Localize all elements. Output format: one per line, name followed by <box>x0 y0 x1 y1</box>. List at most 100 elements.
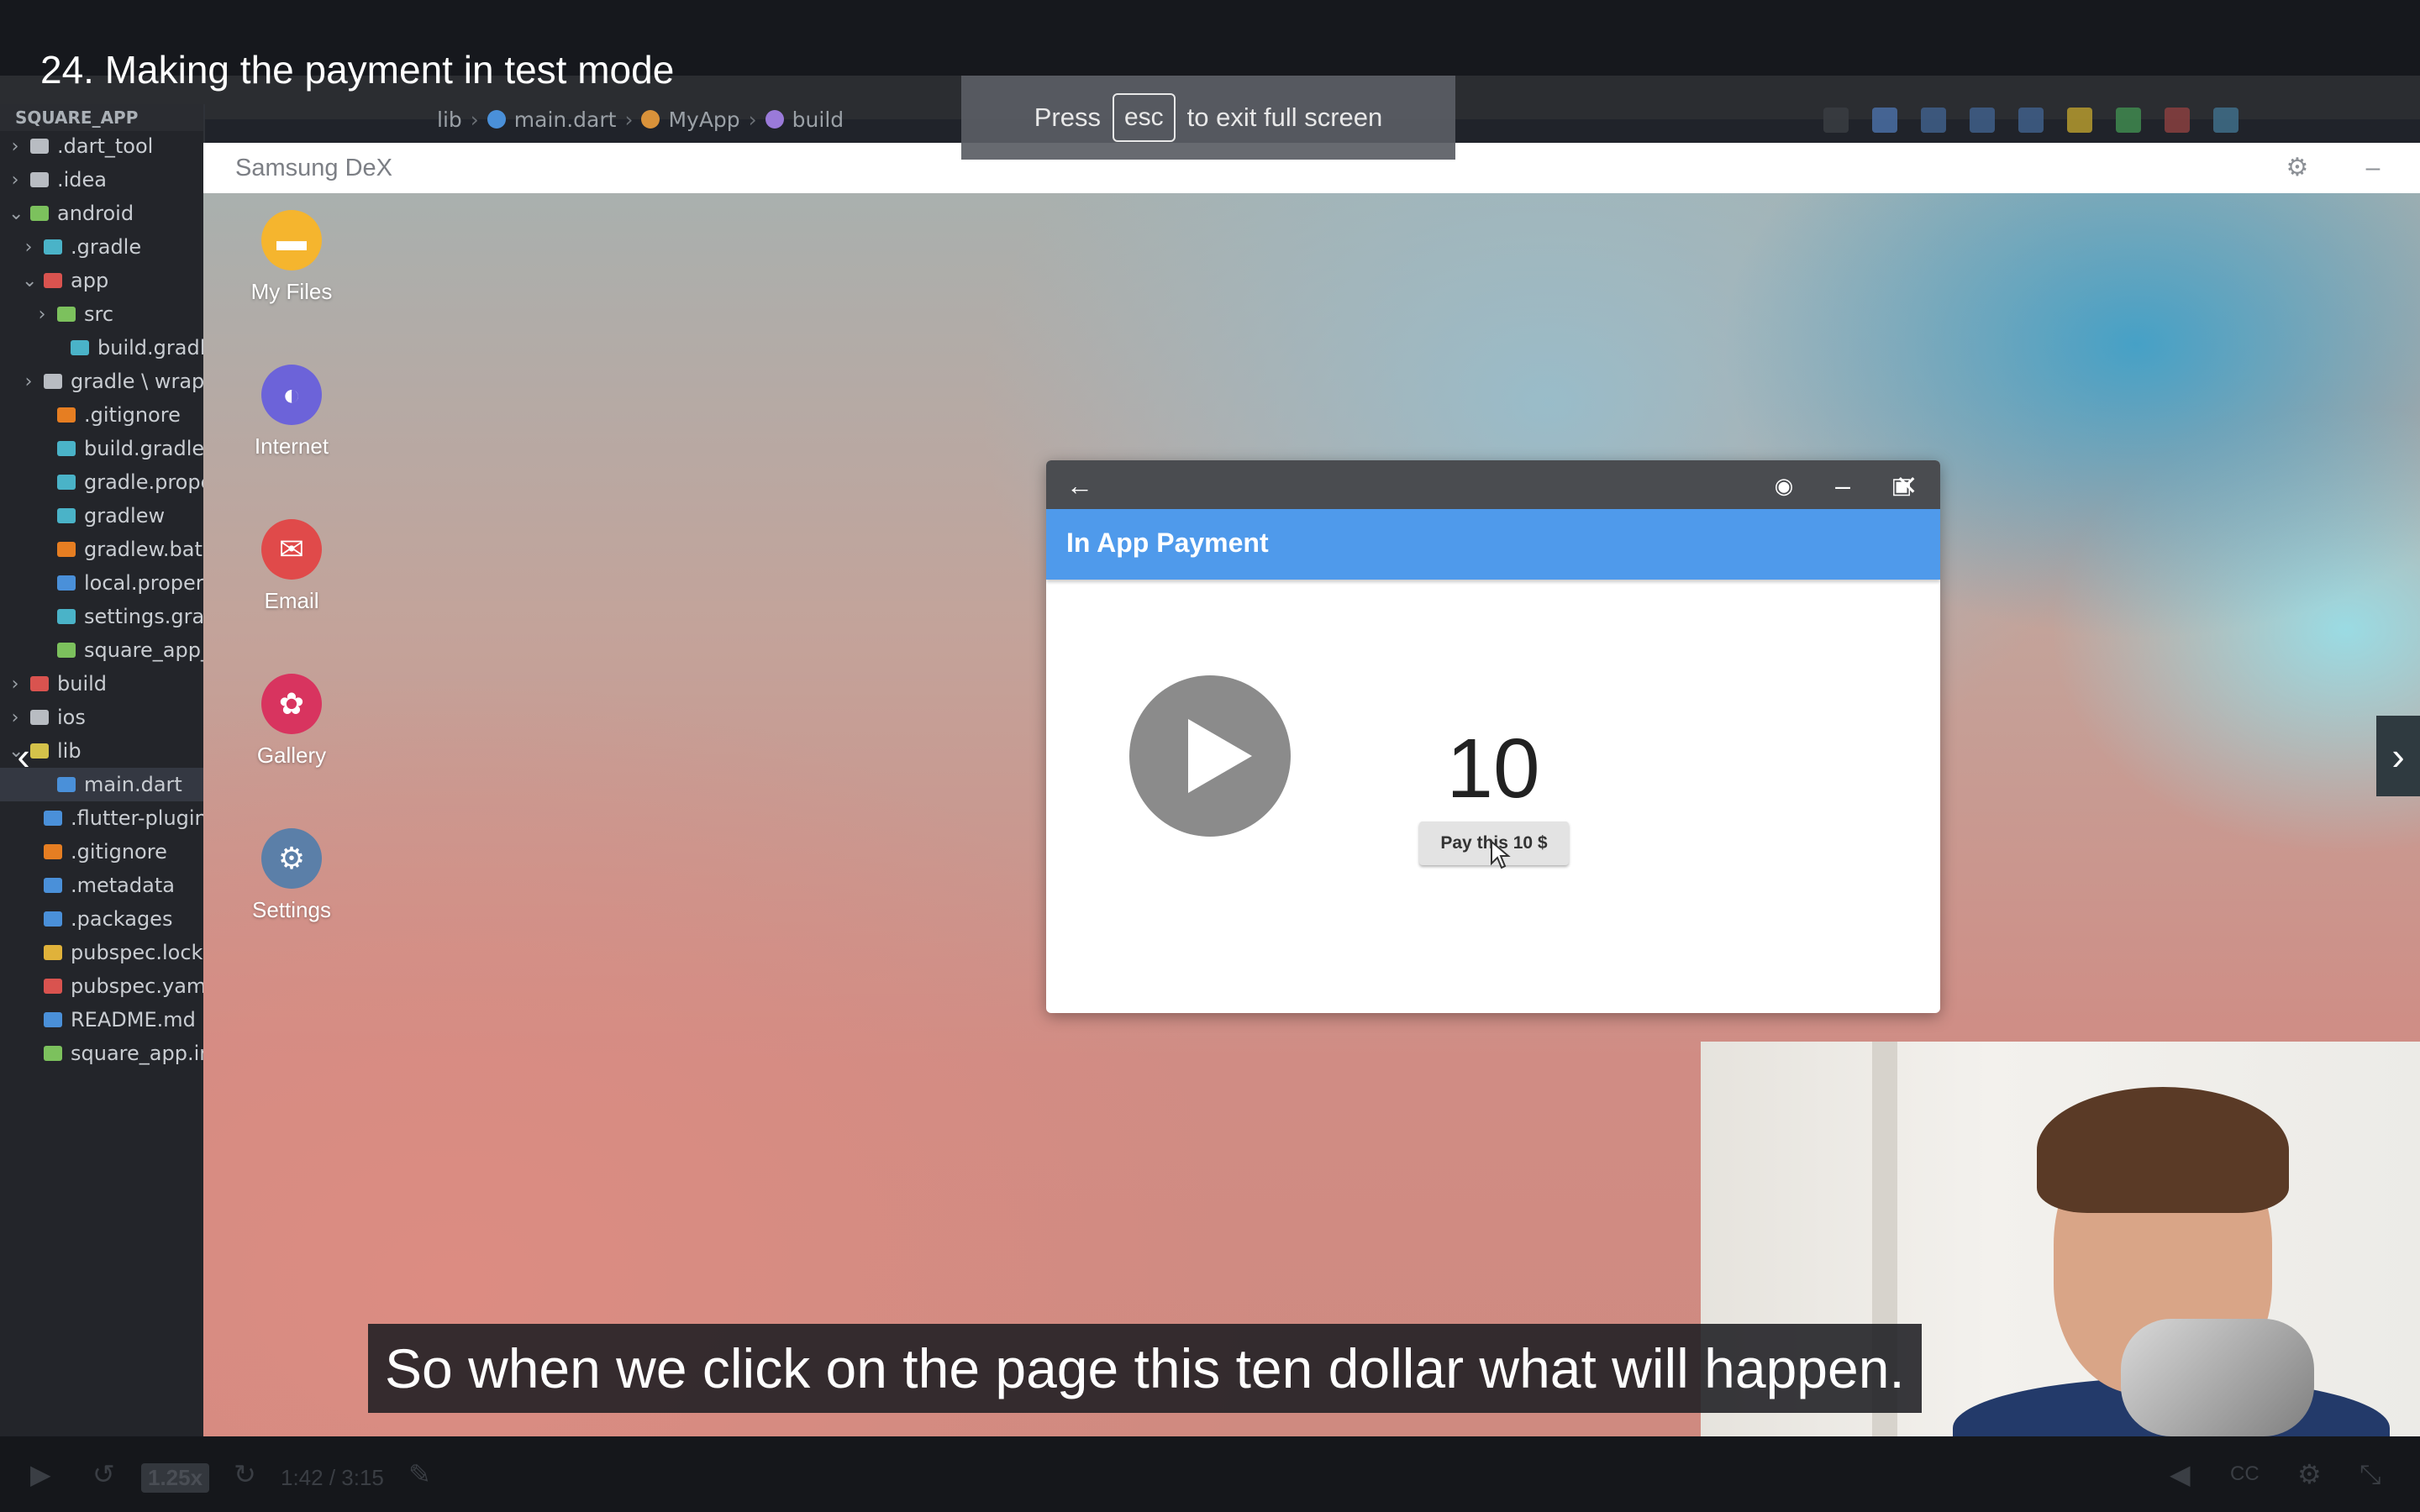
previous-lecture-button[interactable]: ‹ <box>5 716 42 796</box>
notes-icon[interactable]: ✎ <box>408 1460 431 1488</box>
file-tree-item[interactable]: square_app_a <box>0 633 224 667</box>
play-icon <box>1188 719 1252 793</box>
file-tree-item[interactable]: ⌄ android <box>0 197 134 230</box>
file-tree-item[interactable]: › gradle \ wrapp <box>0 365 218 398</box>
chevron-right-icon[interactable]: › <box>8 170 22 191</box>
file-tree-label: main.dart <box>84 773 182 796</box>
desktop-icon-settings[interactable]: ⚙ Settings <box>220 828 363 923</box>
breadcrumb-item[interactable]: MyApp <box>668 108 739 132</box>
chevron-right-icon[interactable]: › <box>8 136 22 157</box>
minimize-icon[interactable]: – <box>1828 470 1858 501</box>
captions-icon[interactable]: CC <box>2230 1460 2260 1488</box>
forward-icon[interactable]: ↻ <box>234 1460 256 1488</box>
breadcrumb-item[interactable]: main.dart <box>514 108 617 132</box>
dart-file-icon <box>487 110 506 129</box>
video-frame[interactable]: lib › main.dart › MyApp › build SQUARE_APP … <box>0 0 2420 1436</box>
lecture-title: 24. Making the payment in test mode <box>40 48 675 92</box>
chevron-down-icon[interactable]: ⌄ <box>22 270 37 291</box>
file-tree-item[interactable]: › .dart_tool <box>0 129 154 163</box>
chevron-right-icon[interactable]: › <box>35 304 49 325</box>
restart-icon[interactable] <box>2116 108 2141 133</box>
file-tree-item[interactable]: gradle.propert <box>0 465 229 499</box>
gear-icon[interactable]: ⚙ <box>2284 155 2311 181</box>
fullscreen-icon[interactable]: ⤡ <box>2360 1460 2381 1488</box>
file-tree-item[interactable]: pubspec.lock <box>0 936 203 969</box>
play-icon[interactable]: ▶ <box>30 1460 51 1488</box>
file-tree-item[interactable]: › .idea <box>0 163 107 197</box>
file-tree-item[interactable]: build.gradle <box>0 432 204 465</box>
file-tree-item[interactable]: settings.gradle <box>0 600 235 633</box>
file-tree-item[interactable]: .flutter-plugins <box>0 801 218 835</box>
file-tree-label: square_app_a <box>84 638 224 662</box>
file-icon <box>30 206 49 221</box>
file-tree-item[interactable]: › .gradle <box>0 230 142 264</box>
file-icon <box>44 239 62 255</box>
chevron-right-icon[interactable]: › <box>22 237 35 258</box>
breadcrumb-item[interactable]: build <box>792 108 844 132</box>
file-tree-label: gradle \ wrapp <box>71 370 218 393</box>
file-tree-label: lib <box>57 739 82 763</box>
file-tree-label: pubspec.lock <box>71 941 203 964</box>
file-icon <box>44 878 62 893</box>
hot-reload-icon[interactable] <box>2067 108 2092 133</box>
file-tree-item[interactable]: build.gradle <box>0 331 218 365</box>
minimize-icon[interactable]: – <box>2360 155 2386 181</box>
play-button[interactable] <box>1129 675 1291 837</box>
envelope-icon: ✉ <box>261 519 322 580</box>
rotate-icon[interactable]: ◉ <box>1769 470 1799 501</box>
settings-icon[interactable]: ⚙ <box>2297 1460 2322 1488</box>
file-tree-item[interactable]: .packages <box>0 902 172 936</box>
close-icon[interactable]: ✕ <box>1891 470 1922 501</box>
globe-icon: ◐ <box>261 365 322 425</box>
desktop-icon-email[interactable]: ✉ Email <box>220 519 363 614</box>
step-over-icon[interactable] <box>1921 108 1946 133</box>
back-arrow-icon[interactable]: ← <box>1065 470 1095 501</box>
file-icon <box>57 575 76 591</box>
rewind-icon[interactable]: ↺ <box>92 1460 115 1488</box>
toast-press: Press <box>1034 102 1101 132</box>
file-tree-item[interactable]: pubspec.yaml <box>0 969 212 1003</box>
desktop-icon-label: Email <box>264 588 319 613</box>
playback-speed[interactable]: 1.25x <box>141 1463 210 1493</box>
breadcrumb: lib › main.dart › MyApp › build <box>437 107 844 132</box>
file-tree-item[interactable]: .gitignore <box>0 398 181 432</box>
file-tree-label: android <box>57 202 134 225</box>
file-tree-item[interactable]: .gitignore <box>0 835 167 869</box>
file-tree-label: build.gradle <box>97 336 218 360</box>
file-tree-item[interactable]: ⌄ app <box>0 264 108 297</box>
file-tree-label: src <box>84 302 114 326</box>
desktop-icon-my-files[interactable]: ▬ My Files <box>220 210 363 305</box>
file-tree-item[interactable]: gradlew.bat <box>0 533 203 566</box>
inspect-icon[interactable] <box>2213 108 2238 133</box>
file-tree-label: pubspec.yaml <box>71 974 212 998</box>
file-tree-label: .metadata <box>71 874 175 897</box>
pause-icon[interactable] <box>1872 108 1897 133</box>
next-lecture-button[interactable]: › <box>2376 716 2420 796</box>
volume-icon[interactable]: ◀ <box>2170 1460 2191 1488</box>
chevron-down-icon[interactable]: ⌄ <box>8 203 24 224</box>
step-into-icon[interactable] <box>1970 108 1995 133</box>
file-tree-item[interactable]: gradlew <box>0 499 165 533</box>
file-icon <box>44 1012 62 1027</box>
step-out-icon[interactable] <box>2018 108 2044 133</box>
app-bar: In App Payment <box>1046 509 1940 580</box>
chevron-right-icon[interactable]: › <box>22 371 35 392</box>
file-tree-label: build.gradle <box>84 437 205 460</box>
stop-icon[interactable] <box>2165 108 2190 133</box>
file-tree-item[interactable]: › src <box>0 297 113 331</box>
desktop-icon-internet[interactable]: ◐ Internet <box>220 365 363 459</box>
file-icon <box>57 508 76 523</box>
file-tree-item[interactable]: .metadata <box>0 869 175 902</box>
file-tree-item[interactable]: README.md <box>0 1003 196 1037</box>
breadcrumb-item[interactable]: lib <box>437 108 462 132</box>
esc-key: esc <box>1112 93 1176 142</box>
drag-handle-icon[interactable] <box>1823 108 1849 133</box>
file-icon <box>57 542 76 557</box>
project-title: SQUARE_APP <box>0 104 203 131</box>
desktop-icon-gallery[interactable]: ✿ Gallery <box>220 674 363 769</box>
file-tree-item[interactable]: › build <box>0 667 107 701</box>
file-tree-item[interactable]: local.propertie <box>0 566 230 600</box>
chevron-right-icon[interactable]: › <box>8 674 22 695</box>
file-tree-item[interactable]: square_app.iml <box>0 1037 224 1070</box>
file-icon <box>57 441 76 456</box>
